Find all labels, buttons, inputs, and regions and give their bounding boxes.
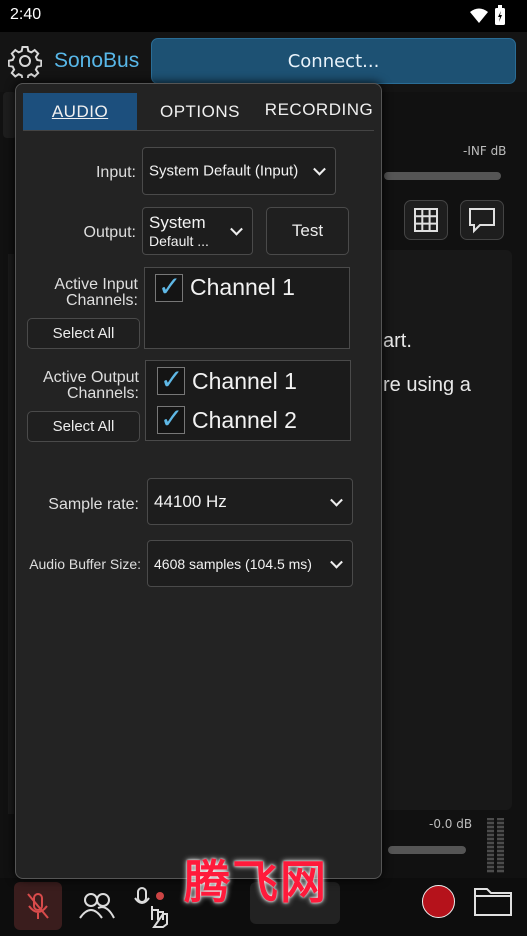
chat-button[interactable] (460, 200, 504, 240)
checkmark-icon: ✓ (158, 270, 182, 303)
battery-icon (495, 5, 505, 25)
sample-rate-dropdown[interactable]: 44100 Hz (147, 478, 353, 525)
sample-rate-label: Sample rate: (48, 496, 139, 513)
output-level-slider[interactable] (384, 172, 501, 180)
select-all-output-button[interactable]: Select All (27, 411, 140, 442)
test-button[interactable]: Test (266, 207, 349, 255)
input-device-dropdown[interactable]: System Default (Input) (142, 147, 336, 195)
checkmark-icon: ✓ (160, 363, 184, 396)
select-all-input-button[interactable]: Select All (27, 318, 140, 349)
output-channel-1-checkbox[interactable]: ✓ (157, 363, 185, 396)
output-label: Output: (83, 224, 136, 241)
mute-button[interactable] (14, 882, 62, 930)
hint-text-line2: re using a (383, 374, 471, 396)
output-device-value-line1: System (149, 213, 206, 232)
level-meter-left (487, 818, 494, 873)
output-channel-2-checkbox[interactable]: ✓ (157, 402, 185, 435)
watermark: 腾飞网 (184, 855, 328, 909)
input-channel-1-label[interactable]: Channel 1 (190, 274, 295, 301)
active-output-label-line1: Active Output (42, 369, 139, 386)
active-input-label-line2: Channels: (65, 292, 138, 309)
group-users-icon[interactable] (76, 886, 118, 926)
folder-icon[interactable] (472, 883, 514, 919)
tab-recording[interactable]: RECORDING (260, 91, 378, 128)
output-channel-1-label[interactable]: Channel 1 (192, 368, 297, 395)
wifi-icon (470, 8, 488, 23)
input-label: Input: (95, 164, 136, 181)
hint-text-line1: art. (383, 330, 412, 352)
tab-options[interactable]: OPTIONS (145, 93, 255, 130)
app-name: SonoBus (54, 49, 140, 72)
chat-bubble-icon (469, 208, 495, 234)
chevron-down-icon (330, 555, 343, 569)
sample-rate-value: 44100 Hz (154, 491, 227, 511)
output-device-dropdown[interactable]: System Default ... (142, 207, 253, 255)
input-level-label: -0.0 dB (429, 817, 473, 831)
buffer-size-label: Audio Buffer Size: (29, 556, 141, 572)
active-input-label-line1: Active Input (54, 276, 138, 293)
output-device-value-line2: Default ... (149, 233, 209, 249)
mixer-grid-button[interactable] (404, 200, 448, 240)
buffer-size-dropdown[interactable]: 4608 samples (104.5 ms) (147, 540, 353, 587)
grid-icon (414, 208, 438, 232)
input-device-value: System Default (Input) (149, 162, 299, 180)
output-level-label: -INF dB (463, 144, 507, 158)
input-level-slider[interactable] (388, 846, 466, 854)
input-channel-1-checkbox[interactable]: ✓ (155, 270, 183, 303)
buffer-size-value: 4608 samples (104.5 ms) (154, 555, 312, 572)
connect-button[interactable]: Connect... (151, 38, 516, 84)
push-to-talk-icon[interactable] (132, 884, 174, 928)
tab-divider (23, 130, 374, 131)
status-time: 2:40 (10, 6, 42, 23)
mic-muted-icon (27, 893, 49, 919)
chevron-down-icon (313, 162, 326, 176)
status-bar (0, 0, 527, 32)
record-button[interactable] (422, 885, 455, 918)
level-meter-right (497, 818, 504, 873)
active-output-label-line2: Channels: (66, 385, 139, 402)
checkmark-icon: ✓ (160, 402, 184, 435)
chevron-down-icon (230, 222, 243, 236)
main-panel-edge (8, 254, 14, 814)
tab-audio[interactable]: AUDIO (23, 93, 137, 130)
output-channel-2-label[interactable]: Channel 2 (192, 407, 297, 434)
settings-gear-icon[interactable] (8, 44, 42, 78)
chevron-down-icon (330, 493, 343, 507)
